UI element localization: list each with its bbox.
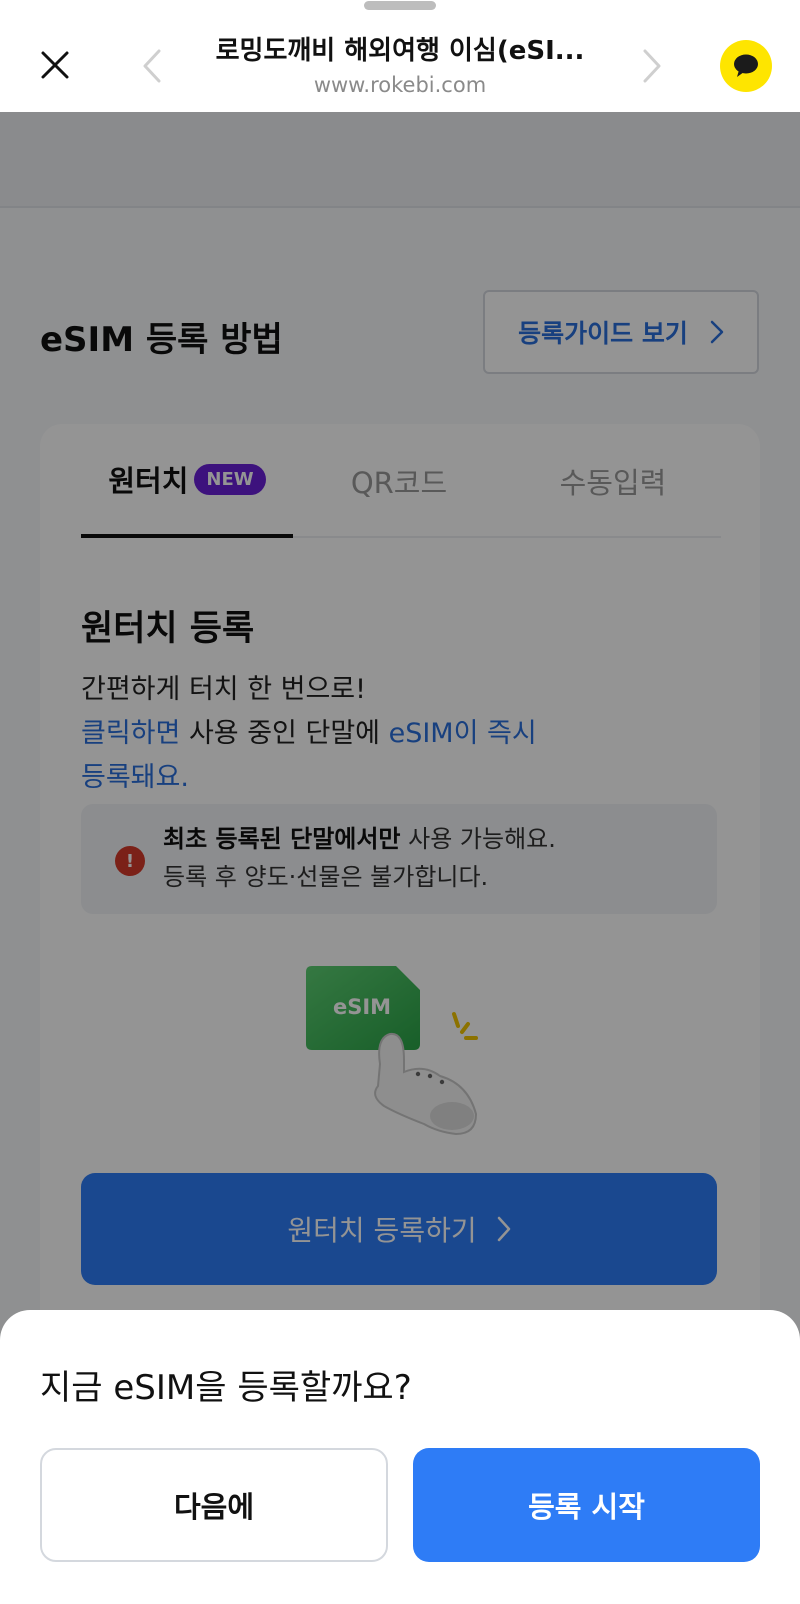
sheet-question: 지금 eSIM을 등록할까요? [40, 1368, 412, 1408]
close-icon[interactable] [32, 42, 78, 88]
sheet-grabber[interactable] [364, 1, 436, 10]
chevron-left-icon[interactable] [132, 44, 172, 88]
start-registration-button[interactable]: 등록 시작 [413, 1448, 760, 1562]
browser-title-area: 로밍도깨비 해외여행 이심(eSI... www.rokebi.com [190, 30, 610, 97]
chevron-right-icon[interactable] [632, 44, 672, 88]
browser-top-bar: 로밍도깨비 해외여행 이심(eSI... www.rokebi.com [0, 0, 800, 112]
page-url: www.rokebi.com [313, 73, 487, 97]
register-bottom-sheet: 지금 eSIM을 등록할까요? 다음에 등록 시작 [0, 1310, 800, 1604]
later-button[interactable]: 다음에 [40, 1448, 388, 1562]
page-title: 로밍도깨비 해외여행 이심(eSI... [215, 36, 585, 66]
kakaotalk-icon[interactable] [720, 40, 772, 92]
